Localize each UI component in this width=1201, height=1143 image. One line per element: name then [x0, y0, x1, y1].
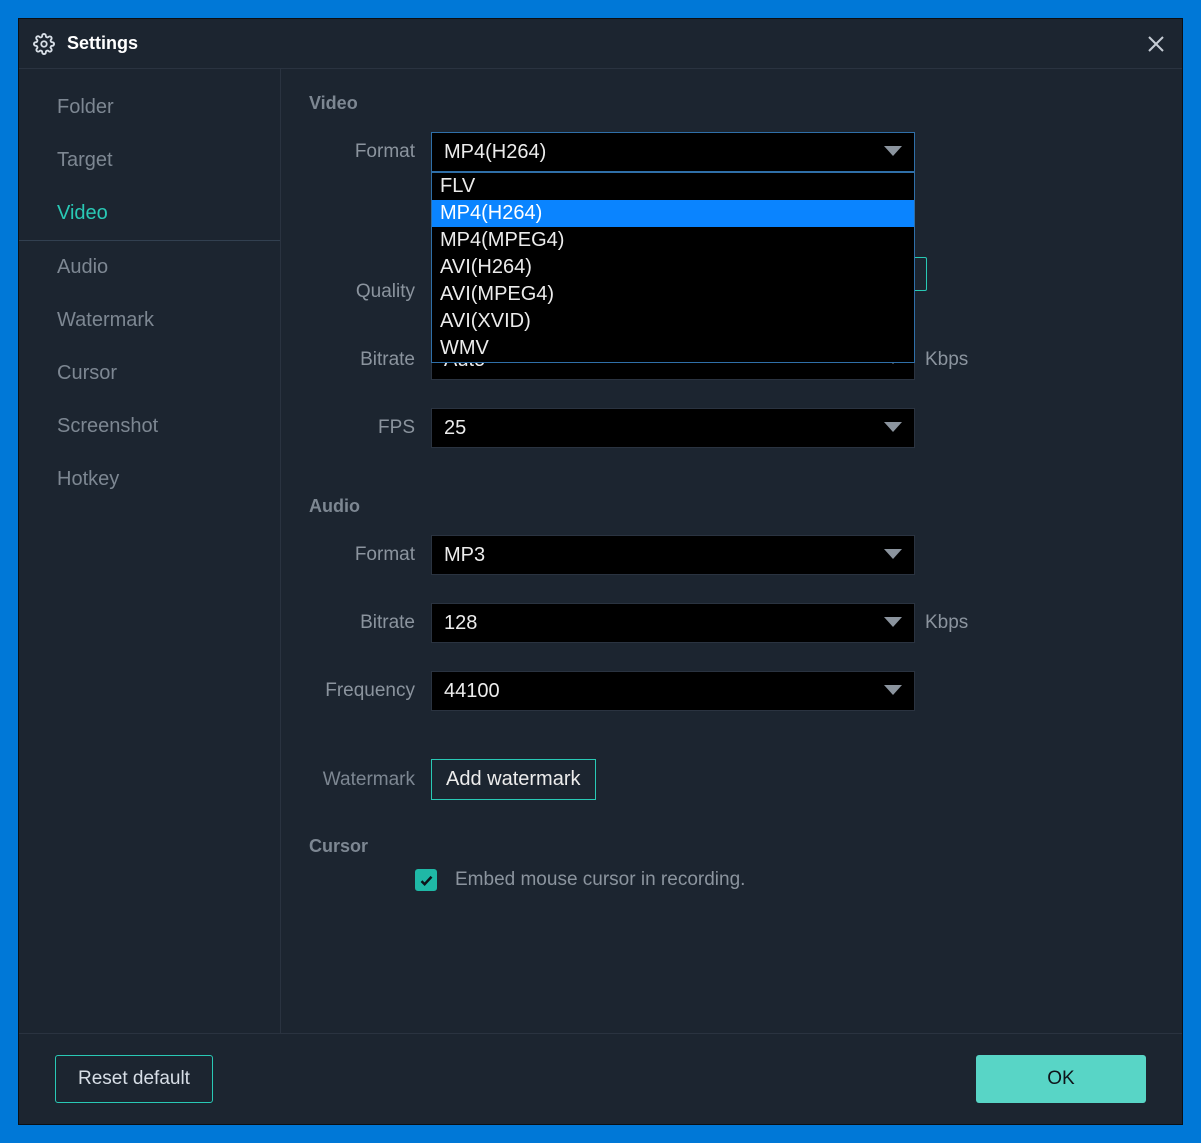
video-quality-label: Quality: [309, 281, 431, 303]
sidebar-item-video[interactable]: Video: [19, 187, 280, 241]
audio-frequency-value: 44100: [444, 680, 500, 703]
cursor-heading: Cursor: [309, 836, 1144, 857]
ok-button[interactable]: OK: [976, 1055, 1146, 1103]
format-option-mp4-mpeg4[interactable]: MP4(MPEG4): [432, 227, 914, 254]
add-watermark-button[interactable]: Add watermark: [431, 759, 596, 800]
audio-format-select[interactable]: MP3: [431, 535, 915, 575]
watermark-label: Watermark: [309, 769, 431, 791]
audio-frequency-row: Frequency 44100: [309, 671, 1144, 711]
audio-frequency-select[interactable]: 44100: [431, 671, 915, 711]
format-option-avi-mpeg4[interactable]: AVI(MPEG4): [432, 281, 914, 308]
audio-bitrate-unit: Kbps: [925, 612, 968, 634]
gear-icon: [33, 33, 55, 55]
cursor-embed-checkbox[interactable]: [415, 869, 437, 891]
body: Folder Target Video Audio Watermark Curs…: [19, 69, 1182, 1034]
format-option-avi-xvid[interactable]: AVI(XVID): [432, 308, 914, 335]
video-format-label: Format: [309, 141, 431, 163]
sidebar-item-cursor[interactable]: Cursor: [19, 347, 280, 400]
content-wrap: Video Format MP4(H264) FLV MP4(H264) M: [281, 69, 1182, 1033]
watermark-row: Watermark Add watermark: [309, 759, 1144, 800]
footer: Reset default OK: [19, 1034, 1182, 1124]
sidebar-item-audio[interactable]: Audio: [19, 241, 280, 294]
sidebar-item-target[interactable]: Target: [19, 134, 280, 187]
audio-bitrate-value: 128: [444, 612, 477, 635]
sidebar-item-screenshot[interactable]: Screenshot: [19, 400, 280, 453]
audio-bitrate-row: Bitrate 128 Kbps: [309, 603, 1144, 643]
chevron-down-icon: [884, 685, 902, 697]
format-option-wmv[interactable]: WMV: [432, 335, 914, 362]
video-format-select[interactable]: MP4(H264) FLV MP4(H264) MP4(MPEG4) AVI(H…: [431, 132, 915, 172]
content[interactable]: Video Format MP4(H264) FLV MP4(H264) M: [281, 69, 1164, 1033]
sidebar-item-watermark[interactable]: Watermark: [19, 294, 280, 347]
cursor-embed-label: Embed mouse cursor in recording.: [455, 869, 745, 891]
audio-frequency-label: Frequency: [309, 680, 431, 702]
chevron-down-icon: [884, 422, 902, 434]
format-option-avi-h264[interactable]: AVI(H264): [432, 254, 914, 281]
chevron-down-icon: [884, 617, 902, 629]
video-format-dropdown: FLV MP4(H264) MP4(MPEG4) AVI(H264) AVI(M…: [431, 172, 915, 363]
format-option-flv[interactable]: FLV: [432, 173, 914, 200]
audio-bitrate-select[interactable]: 128: [431, 603, 915, 643]
reset-default-button[interactable]: Reset default: [55, 1055, 213, 1103]
audio-format-value: MP3: [444, 544, 485, 567]
video-fps-row: FPS 25: [309, 408, 1144, 448]
sidebar-item-hotkey[interactable]: Hotkey: [19, 453, 280, 506]
video-fps-value: 25: [444, 417, 466, 440]
video-fps-label: FPS: [309, 417, 431, 439]
audio-heading: Audio: [309, 496, 1144, 517]
window-title: Settings: [67, 33, 138, 54]
sidebar-item-folder[interactable]: Folder: [19, 81, 280, 134]
video-fps-select[interactable]: 25: [431, 408, 915, 448]
close-icon[interactable]: [1144, 32, 1168, 56]
settings-window: Settings Folder Target Video Audio Water…: [18, 18, 1183, 1125]
audio-format-row: Format MP3: [309, 535, 1144, 575]
check-icon: [419, 873, 434, 888]
chevron-down-icon: [884, 549, 902, 561]
titlebar: Settings: [19, 19, 1182, 69]
video-heading: Video: [309, 93, 1144, 114]
sidebar: Folder Target Video Audio Watermark Curs…: [19, 69, 281, 1033]
cursor-embed-row: Embed mouse cursor in recording.: [415, 869, 1144, 891]
audio-bitrate-label: Bitrate: [309, 612, 431, 634]
audio-format-label: Format: [309, 544, 431, 566]
video-bitrate-unit: Kbps: [925, 349, 968, 371]
video-format-row: Format MP4(H264) FLV MP4(H264) MP4(MPEG4…: [309, 132, 1144, 172]
format-option-mp4-h264[interactable]: MP4(H264): [432, 200, 914, 227]
video-bitrate-label: Bitrate: [309, 349, 431, 371]
chevron-down-icon: [884, 146, 902, 158]
video-format-value: MP4(H264): [444, 141, 546, 164]
